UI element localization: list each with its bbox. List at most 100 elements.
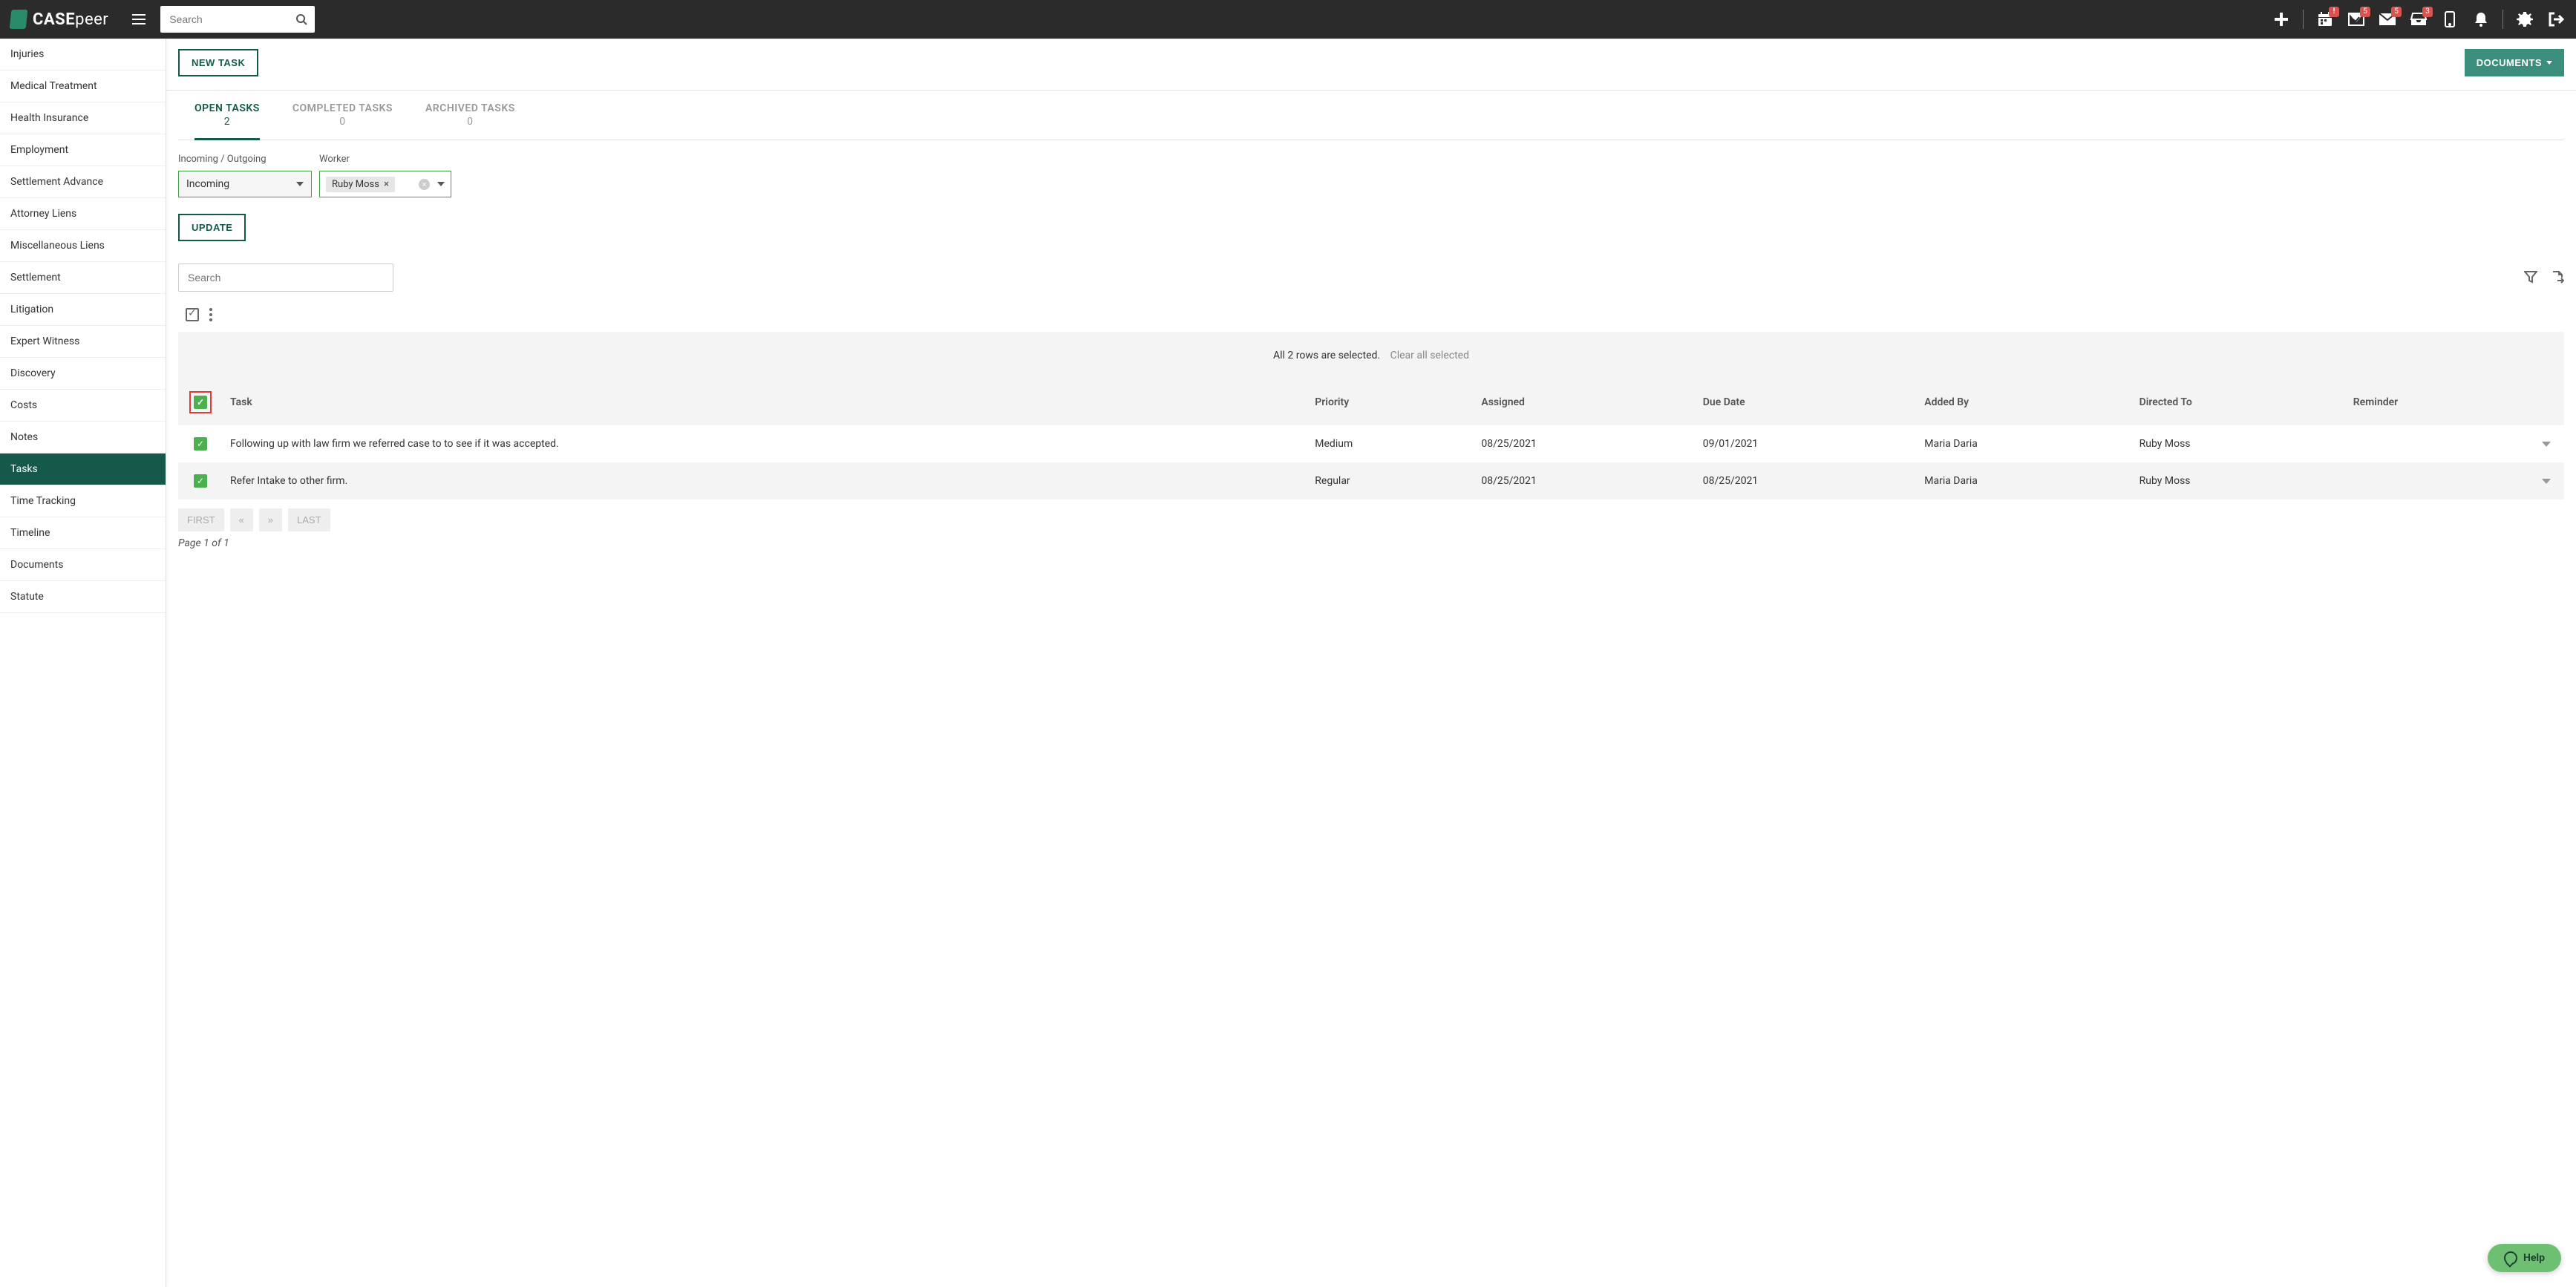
update-button[interactable]: UPDATE	[178, 214, 246, 241]
task-tabs: OPEN TASKS2COMPLETED TASKS0ARCHIVED TASK…	[178, 91, 2564, 140]
chat-bubble-icon	[2504, 1251, 2517, 1265]
tab-open-tasks[interactable]: OPEN TASKS2	[194, 91, 260, 140]
pagination: FIRST « » LAST	[178, 500, 2564, 534]
sidebar-item-settlement[interactable]: Settlement	[0, 262, 166, 294]
worker-filter-select[interactable]: Ruby Moss × ×	[319, 171, 451, 197]
sidebar-item-medical-treatment[interactable]: Medical Treatment	[0, 71, 166, 102]
sidebar-item-tasks[interactable]: Tasks	[0, 453, 166, 485]
clear-selection-link[interactable]: Clear all selected	[1390, 350, 1469, 361]
tab-count: 0	[425, 116, 515, 128]
calendar-button[interactable]: !	[2315, 10, 2335, 29]
inbox-button[interactable]: 3	[2409, 10, 2428, 29]
tab-label: ARCHIVED TASKS	[425, 102, 515, 114]
row-menu-button[interactable]	[2542, 442, 2557, 447]
remove-chip-button[interactable]: ×	[384, 179, 389, 190]
col-reminder[interactable]: Reminder	[2346, 379, 2534, 425]
cell-task: Following up with law firm we referred c…	[223, 425, 1307, 462]
sidebar-item-statute[interactable]: Statute	[0, 581, 166, 613]
top-bar: CASEpeer ! 5 5 3	[0, 0, 2576, 39]
tab-count: 0	[292, 116, 393, 128]
table-row[interactable]: ✓ Following up with law firm we referred …	[178, 425, 2564, 462]
table-row[interactable]: ✓ Refer Intake to other firm.Regular 08/25…	[178, 462, 2564, 500]
tab-label: COMPLETED TASKS	[292, 102, 393, 114]
cell-task: Refer Intake to other firm.	[223, 462, 1307, 500]
select-all-checkbox[interactable]: ✓	[194, 396, 207, 409]
row-menu-button[interactable]	[2542, 479, 2557, 484]
tab-completed-tasks[interactable]: COMPLETED TASKS 0	[292, 91, 393, 140]
app-logo[interactable]: CASEpeer	[10, 10, 108, 29]
filter-row: Incoming / Outgoing Incoming Worker Ruby…	[178, 140, 2564, 197]
documents-button-label: DOCUMENTS	[2477, 57, 2542, 68]
main-content: NEW TASK DOCUMENTS OPEN TASKS2 COMPLETED …	[166, 39, 2576, 1287]
cell-directed-to: Ruby Moss	[2132, 425, 2346, 462]
cell-added-by: Maria Daria	[1917, 425, 2131, 462]
sidebar-item-miscellaneous-liens[interactable]: Miscellaneous Liens	[0, 230, 166, 262]
table-search-input[interactable]	[178, 263, 393, 292]
logout-button[interactable]	[2546, 10, 2566, 29]
col-assigned[interactable]: Assigned	[1474, 379, 1695, 425]
help-button[interactable]: Help	[2488, 1244, 2561, 1272]
add-button[interactable]	[2272, 10, 2291, 29]
col-directed-to[interactable]: Directed To	[2132, 379, 2346, 425]
sidebar-item-notes[interactable]: Notes	[0, 422, 166, 453]
cell-added-by: Maria Daria	[1917, 462, 2131, 500]
col-added-by[interactable]: Added By	[1917, 379, 2131, 425]
calendar-badge: !	[2329, 7, 2339, 17]
notifications-button[interactable]	[2471, 10, 2491, 29]
export-icon[interactable]	[2551, 270, 2564, 285]
sidebar-item-timeline[interactable]: Timeline	[0, 517, 166, 549]
cell-reminder	[2346, 425, 2534, 462]
select-all-toggle[interactable]	[186, 308, 199, 321]
documents-button[interactable]: DOCUMENTS	[2465, 49, 2564, 76]
sidebar-item-injuries[interactable]: Injuries	[0, 39, 166, 71]
cell-due: 08/25/2021	[1696, 462, 1917, 500]
col-due[interactable]: Due Date	[1696, 379, 1917, 425]
mail-button[interactable]: 5	[2378, 10, 2397, 29]
cell-reminder	[2346, 462, 2534, 500]
select-all-checkbox-highlight: ✓	[189, 391, 212, 413]
pagination-prev[interactable]: «	[230, 508, 253, 531]
sidebar-item-employment[interactable]: Employment	[0, 134, 166, 166]
clear-filter-button[interactable]: ×	[419, 179, 430, 190]
global-search	[160, 6, 315, 33]
sidebar-item-documents[interactable]: Documents	[0, 549, 166, 581]
sidebar: InjuriesMedical TreatmentHealth Insuranc…	[0, 39, 166, 1287]
row-checkbox[interactable]: ✓	[194, 437, 207, 451]
inbox-badge: 3	[2422, 7, 2433, 17]
cell-priority: Regular	[1307, 462, 1474, 500]
sidebar-item-settlement-advance[interactable]: Settlement Advance	[0, 166, 166, 198]
cell-directed-to: Ruby Moss	[2132, 462, 2346, 500]
caret-down-icon	[2546, 61, 2552, 65]
cell-priority: Medium	[1307, 425, 1474, 462]
tasks-button[interactable]: 5	[2347, 10, 2366, 29]
bulk-actions-menu[interactable]	[209, 308, 212, 321]
pagination-next[interactable]: »	[259, 508, 282, 531]
filter-icon[interactable]	[2524, 270, 2537, 285]
direction-filter-label: Incoming / Outgoing	[178, 154, 312, 165]
sidebar-item-attorney-liens[interactable]: Attorney Liens	[0, 198, 166, 230]
menu-toggle-button[interactable]	[128, 10, 150, 29]
worker-chip: Ruby Moss ×	[326, 177, 395, 192]
sidebar-item-health-insurance[interactable]: Health Insurance	[0, 102, 166, 134]
cell-due: 09/01/2021	[1696, 425, 1917, 462]
sidebar-item-expert-witness[interactable]: Expert Witness	[0, 326, 166, 358]
col-task[interactable]: Task	[223, 379, 1307, 425]
logo-text: CASEpeer	[33, 10, 108, 29]
pagination-last[interactable]: LAST	[288, 508, 330, 531]
settings-button[interactable]	[2515, 10, 2534, 29]
sidebar-item-costs[interactable]: Costs	[0, 390, 166, 422]
sidebar-item-litigation[interactable]: Litigation	[0, 294, 166, 326]
col-priority[interactable]: Priority	[1307, 379, 1474, 425]
selection-text: All 2 rows are selected.	[1273, 350, 1380, 361]
pagination-first[interactable]: FIRST	[178, 508, 224, 531]
global-search-input[interactable]	[160, 6, 315, 33]
cell-assigned: 08/25/2021	[1474, 425, 1695, 462]
row-checkbox[interactable]: ✓	[194, 474, 207, 488]
new-task-button[interactable]: NEW TASK	[178, 49, 258, 76]
sidebar-item-discovery[interactable]: Discovery	[0, 358, 166, 390]
direction-filter-select[interactable]: Incoming	[178, 171, 312, 197]
tab-archived-tasks[interactable]: ARCHIVED TASKS 0	[425, 91, 515, 140]
sidebar-item-time-tracking[interactable]: Time Tracking	[0, 485, 166, 517]
mobile-button[interactable]	[2440, 10, 2459, 29]
chevron-down-icon	[437, 182, 445, 186]
